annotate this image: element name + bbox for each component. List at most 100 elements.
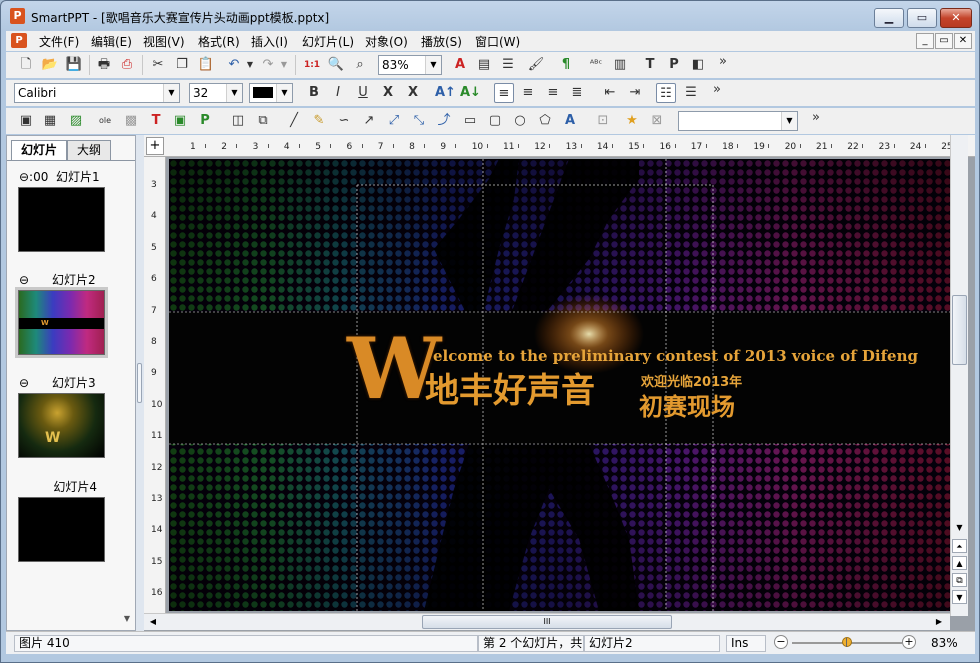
doc-restore-button[interactable]: ▭ (935, 33, 953, 49)
redo-dropdown-icon[interactable]: ▼ (278, 55, 290, 75)
actual-size-icon[interactable]: 1:1 (302, 55, 322, 75)
vertical-scrollbar[interactable]: ▲ ▼ ⏶ ▲ ⧉ ▼ (950, 135, 968, 616)
insert-chart-icon[interactable]: ▩ (121, 111, 141, 131)
slide-2-thumbnail[interactable]: W (15, 287, 108, 358)
freehand-icon[interactable]: ✎ (309, 111, 329, 131)
zoom-slider-thumb[interactable] (842, 637, 852, 647)
menu-object[interactable]: 对象(O) (365, 33, 408, 50)
curved-connector-icon[interactable]: ⤴ (434, 111, 454, 131)
arrow-icon[interactable]: ↗ (359, 111, 379, 131)
maximize-button[interactable]: ▭ (907, 8, 937, 28)
autoshape-icon[interactable]: ⬠ (535, 111, 555, 131)
doc-minimize-button[interactable]: _ (916, 33, 934, 49)
indent-increase-icon[interactable]: ⇥ (625, 83, 645, 103)
print-icon[interactable]: 🖶 (94, 55, 114, 75)
bold-icon[interactable]: B (304, 83, 324, 103)
align-center-icon[interactable]: ≡ (518, 83, 538, 103)
star-icon[interactable]: ★ (622, 111, 642, 131)
chart-icon[interactable]: ▥ (610, 55, 630, 75)
doc-close-button[interactable]: ✕ (954, 33, 972, 49)
tab-slides[interactable]: 幻灯片 (11, 140, 67, 160)
scroll-thumb[interactable] (952, 295, 967, 365)
zoom-in-icon[interactable]: + (902, 635, 916, 649)
new-icon[interactable]: 🗋 (16, 55, 36, 75)
scroll-right-icon[interactable]: ▶ (932, 615, 946, 629)
rounded-rectangle-icon[interactable]: ▢ (485, 111, 505, 131)
clear-format-icon[interactable]: X (403, 83, 423, 103)
picture-frame-icon[interactable]: P (664, 55, 684, 75)
menu-insert[interactable]: 插入(I) (251, 33, 288, 50)
minimize-button[interactable]: ▁ (874, 8, 904, 28)
font-size-combo[interactable]: 32 ▼ (189, 83, 243, 103)
text-frame-red-icon[interactable]: T (146, 111, 166, 131)
crop-icon[interactable]: ⊡ (593, 111, 613, 131)
next-slide-icon[interactable]: ▼ (952, 590, 967, 604)
paragraph-mark-icon[interactable]: ¶ (556, 55, 576, 75)
more-draw-icon[interactable]: » (806, 108, 826, 128)
ellipse-icon[interactable]: ○ (510, 111, 530, 131)
shape-style-combo[interactable]: ▼ (678, 111, 798, 131)
scroll-down-icon[interactable]: ▼ (952, 521, 967, 535)
copy-icon[interactable]: ❐ (172, 55, 192, 75)
zoom-fit-icon[interactable]: 🔍 (326, 55, 346, 75)
rectangle-icon[interactable]: ▭ (460, 111, 480, 131)
text-box-vertical-icon[interactable]: ▦ (40, 111, 60, 131)
bullets-icon[interactable]: ☷ (656, 83, 676, 103)
menu-file[interactable]: 文件(F) (39, 33, 79, 50)
frame-green-icon[interactable]: ▣ (170, 111, 190, 131)
connector-icon[interactable]: ⤢ (384, 111, 404, 131)
menu-slide[interactable]: 幻灯片(L) (302, 33, 354, 50)
splitter-handle[interactable] (137, 363, 142, 403)
font-color-a-icon[interactable]: A (450, 55, 470, 75)
ungroup-icon[interactable]: ⧉ (253, 111, 273, 131)
text-box-icon[interactable]: ▣ (16, 111, 36, 131)
open-icon[interactable]: 📂 (40, 55, 60, 75)
list-icon[interactable]: ☰ (498, 55, 518, 75)
menu-view[interactable]: 视图(V) (143, 33, 185, 50)
underline-icon[interactable]: U (353, 83, 373, 103)
document-icon[interactable]: P (11, 33, 27, 48)
cut-icon[interactable]: ✂ (148, 55, 168, 75)
font-color-combo[interactable]: ▼ (249, 83, 293, 103)
undo-icon[interactable]: ↶ (224, 55, 244, 75)
ole-object-icon[interactable]: ole (95, 111, 115, 131)
align-right-icon[interactable]: ≡ (543, 83, 563, 103)
indent-decrease-icon[interactable]: ⇤ (600, 83, 620, 103)
zoom-icon[interactable]: ⌕ (350, 55, 370, 75)
prev-slide-icon[interactable]: ▲ (952, 556, 967, 570)
panel-splitter[interactable] (136, 135, 144, 631)
wordart-icon[interactable]: A (560, 111, 580, 131)
pdf-icon[interactable]: ⎙ (117, 55, 137, 75)
horizontal-scrollbar[interactable]: ◀ III ▶ (144, 613, 950, 630)
slide-list-icon[interactable]: ⧉ (952, 573, 967, 587)
ruler-origin-icon[interactable]: + (146, 137, 164, 155)
menu-edit[interactable]: 编辑(E) (91, 33, 132, 50)
close-button[interactable]: ✕ (940, 8, 972, 28)
slide-4-thumbnail[interactable] (18, 497, 105, 562)
zoom-slider[interactable] (792, 637, 902, 647)
save-icon[interactable]: 💾 (64, 55, 84, 75)
menu-format[interactable]: 格式(R) (198, 33, 240, 50)
panel-scroll-down-icon[interactable]: ▼ (121, 614, 133, 626)
slide-1-thumbnail[interactable] (18, 187, 105, 252)
group-icon[interactable]: ◫ (228, 111, 248, 131)
insert-table-icon[interactable]: ▤ (474, 55, 494, 75)
line-icon[interactable]: ╱ (284, 111, 304, 131)
undo-dropdown-icon[interactable]: ▼ (244, 55, 256, 75)
menu-play[interactable]: 播放(S) (421, 33, 462, 50)
effect-icon[interactable]: ⊠ (647, 111, 667, 131)
justify-icon[interactable]: ≣ (567, 83, 587, 103)
redo-icon[interactable]: ↷ (258, 55, 278, 75)
grow-font-icon[interactable]: A↑ (435, 83, 456, 103)
shrink-font-icon[interactable]: A↓ (460, 83, 481, 103)
paste-icon[interactable]: 📋 (196, 55, 216, 75)
insert-picture-icon[interactable]: ▨ (66, 111, 86, 131)
scroll-left-icon[interactable]: ◀ (146, 615, 160, 629)
align-left-icon[interactable]: ≡ (494, 83, 514, 103)
more-format-icon[interactable]: » (707, 80, 727, 100)
numbering-icon[interactable]: ☰ (681, 83, 701, 103)
spellcheck-icon[interactable]: ᴬᴮᶜ (586, 55, 606, 75)
text-frame-icon[interactable]: T (640, 55, 660, 75)
more-toolbar-icon[interactable]: » (713, 52, 733, 72)
elbow-connector-icon[interactable]: ⤡ (409, 111, 429, 131)
